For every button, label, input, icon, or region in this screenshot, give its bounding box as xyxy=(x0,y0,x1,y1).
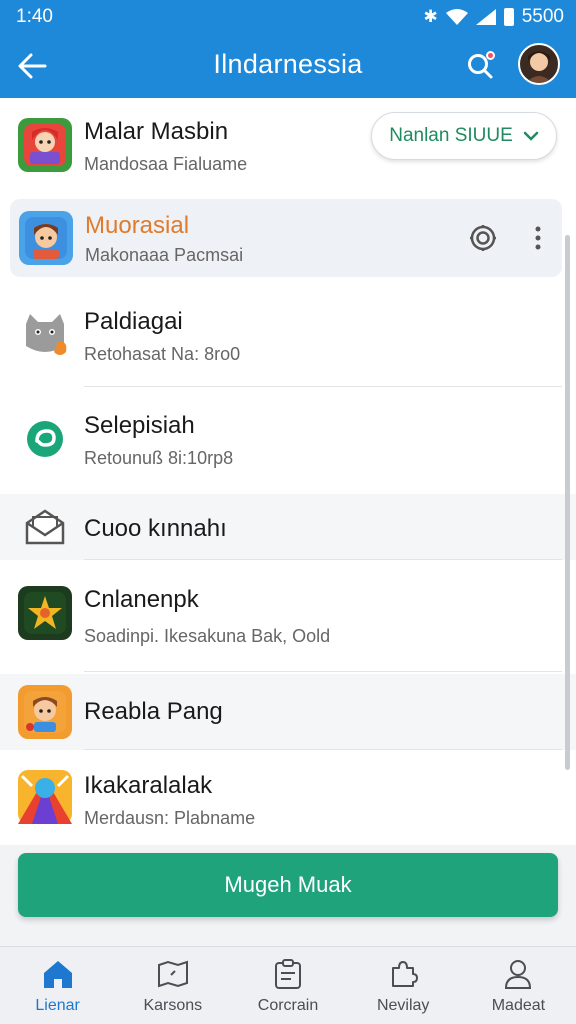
list-item-subtitle: Mandosaa Fialuame xyxy=(84,154,248,174)
list-item-subtitle: Makonaaa Pacmsai xyxy=(85,245,244,265)
puzzle-icon xyxy=(386,957,420,991)
chevron-down-icon xyxy=(523,131,539,141)
list-item-subtitle: Retohasat Na: 8ro0 xyxy=(84,344,241,364)
list-item-title: Ikakaralalak xyxy=(84,772,213,799)
status-dropdown-label: Nanlan SIUUE xyxy=(389,125,513,146)
list-item[interactable]: Ikakaralalak Merdausn: Plabname xyxy=(0,752,576,845)
list-item[interactable]: Malar Masbin Mandosaa Fialuame Nanlan SI… xyxy=(0,98,576,198)
boy-character-icon xyxy=(19,211,73,265)
nav-label: Karsons xyxy=(143,997,203,1014)
clipboard-icon xyxy=(271,957,305,991)
nav-item-clipboard[interactable]: Corcrain xyxy=(230,947,345,1024)
star-game-icon xyxy=(18,586,72,640)
nav-item-map[interactable]: Karsons xyxy=(115,947,230,1024)
scrollbar[interactable] xyxy=(565,235,570,770)
nav-label: Corcrain xyxy=(257,997,319,1014)
more-options-button[interactable] xyxy=(521,221,555,255)
list-item-title: Cnlanenpk xyxy=(84,586,199,613)
list-item[interactable]: Cuoo kınnahı xyxy=(0,494,576,560)
list-item-title: Selepisiah xyxy=(84,412,195,439)
settings-button[interactable] xyxy=(466,221,500,255)
primary-action-button[interactable]: Mugeh Muak xyxy=(18,853,558,917)
notification-dot xyxy=(486,51,495,60)
more-vertical-icon xyxy=(535,226,541,250)
nav-item-home[interactable]: Lienar xyxy=(0,947,115,1024)
mail-icon xyxy=(18,500,72,554)
list-item[interactable]: Selepisiah Retounuß 8i:10rp8 xyxy=(0,390,576,492)
status-dropdown-button[interactable]: Nanlan SIUUE xyxy=(371,112,557,160)
list-item-highlighted[interactable]: Muorasial Makonaaa Pacmsai xyxy=(10,199,562,277)
status-icons: ✱ 5500 xyxy=(423,6,564,28)
avatar[interactable] xyxy=(518,43,560,85)
list-item-subtitle: Retounuß 8i:10rp8 xyxy=(84,448,234,468)
search-button[interactable] xyxy=(462,48,498,84)
list-item[interactable]: Cnlanenpk Soadinpi. Ikesakuna Bak, Oold xyxy=(0,562,576,672)
primary-action-label: Mugeh Muak xyxy=(224,872,352,897)
list-item[interactable]: Reabla Pang xyxy=(0,674,576,750)
map-icon xyxy=(156,957,190,991)
list-item-title: Reabla Pang xyxy=(84,698,223,725)
battery-icon xyxy=(503,8,514,26)
nav-item-profile[interactable]: Madeat xyxy=(461,947,576,1024)
battery-label: 5500 xyxy=(521,6,564,27)
settings-gear-icon xyxy=(470,225,496,251)
signal-icon xyxy=(475,9,496,25)
list-item-title: Cuoo kınnahı xyxy=(84,515,227,542)
person-icon xyxy=(501,957,535,991)
list-item[interactable]: Paldiagai Retohasat Na: 8ro0 xyxy=(0,288,576,388)
divider xyxy=(84,671,562,672)
divider xyxy=(84,386,562,387)
list-item-title: Malar Masbin xyxy=(84,118,229,145)
home-icon xyxy=(41,957,75,991)
nav-label: Nevilay xyxy=(376,997,430,1014)
green-circle-icon xyxy=(18,412,72,466)
cat-icon xyxy=(18,308,72,362)
colorful-game-icon xyxy=(18,770,72,824)
list-item-title: Muorasial xyxy=(85,212,190,239)
divider xyxy=(84,749,562,750)
bottom-nav: Lienar Karsons Corcrain Nevilay Madeat xyxy=(0,946,576,1024)
app-bar: Ilndarnessia xyxy=(0,34,576,98)
content-list: Malar Masbin Mandosaa Fialuame Nanlan SI… xyxy=(0,98,576,845)
nav-item-puzzle[interactable]: Nevilay xyxy=(346,947,461,1024)
nav-label: Lienar xyxy=(35,997,80,1014)
kid-character-icon xyxy=(18,685,72,739)
list-item-title: Paldiagai xyxy=(84,308,183,335)
bluetooth-icon: ✱ xyxy=(423,7,438,26)
status-bar: 1:40 ✱ 5500 xyxy=(0,0,576,34)
game-character-icon xyxy=(18,118,72,172)
list-item-subtitle: Soadinpi. Ikesakuna Bak, Oold xyxy=(84,626,331,646)
status-time: 1:40 xyxy=(16,6,53,27)
wifi-icon xyxy=(445,9,468,25)
list-item-subtitle: Merdausn: Plabname xyxy=(84,808,256,828)
nav-label: Madeat xyxy=(491,997,546,1014)
divider xyxy=(84,559,562,560)
